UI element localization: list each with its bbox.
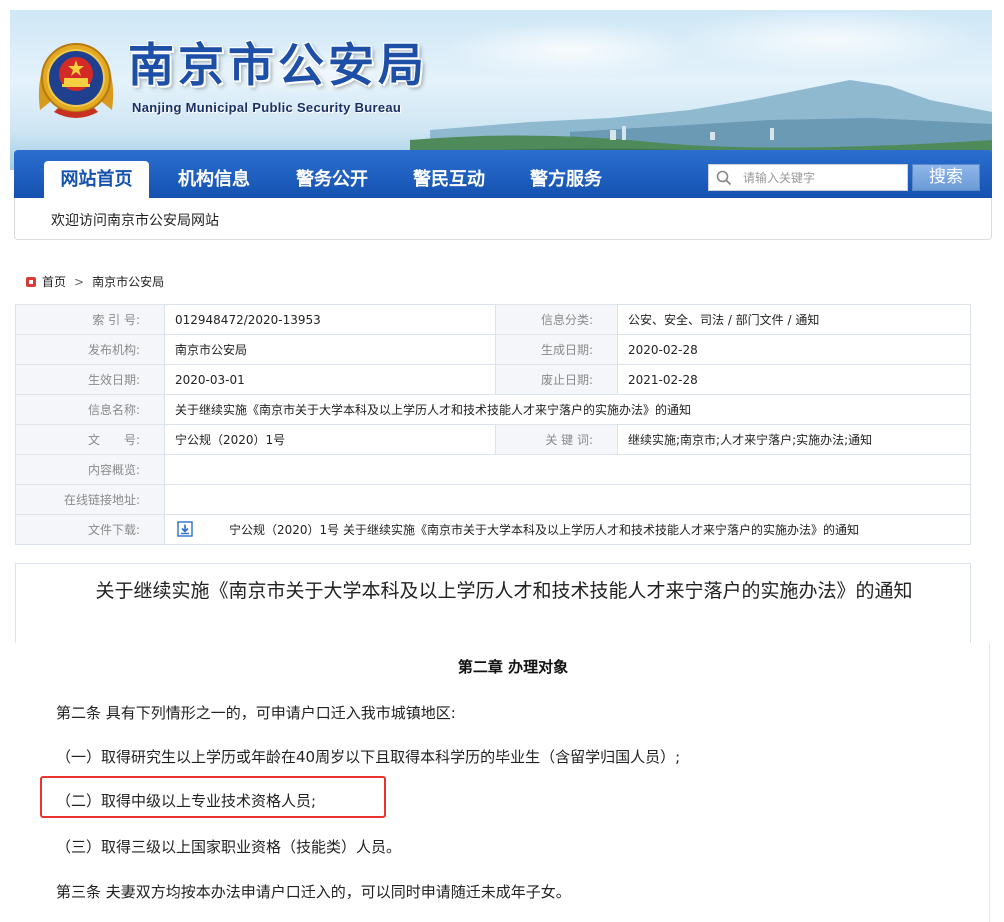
article-paragraph: （三）取得三级以上国家职业资格（技能类）人员。 — [56, 838, 402, 856]
created-value: 2020-02-28 — [617, 334, 971, 365]
publisher-label: 发布机构: — [15, 334, 165, 365]
table-row: 内容概览: — [15, 454, 971, 485]
nav-police-services[interactable]: 警方服务 — [516, 161, 616, 198]
home-icon — [26, 277, 36, 287]
nav-org-info[interactable]: 机构信息 — [164, 161, 264, 198]
search-input[interactable] — [743, 167, 903, 188]
download-icon[interactable] — [177, 521, 193, 537]
bureau-title: 南京市公安局 — [128, 38, 428, 92]
article-paragraph: 第二条 具有下列情形之一的，可申请户口迁入我市城镇地区: — [56, 704, 456, 722]
link-value[interactable] — [164, 484, 971, 515]
table-row: 在线链接地址: — [15, 484, 971, 515]
keywords-value: 继续实施;南京市;人才来宁落户;实施办法;通知 — [617, 424, 971, 455]
nav-home[interactable]: 网站首页 — [44, 161, 149, 198]
table-row: 信息名称: 关于继续实施《南京市关于大学本科及以上学历人才和技术技能人才来宁落户… — [15, 394, 971, 425]
nav-police-public[interactable]: 警民互动 — [399, 161, 499, 198]
main-nav: 网站首页 机构信息 警务公开 警民互动 警方服务 搜索 — [14, 150, 992, 198]
table-row: 文件下载: 宁公规（2020）1号 关于继续实施《南京市关于大学本科及以上学历人… — [15, 514, 971, 545]
index-label: 索 引 号: — [15, 304, 165, 335]
link-label: 在线链接地址: — [15, 484, 165, 515]
summary-value — [164, 454, 971, 485]
summary-label: 内容概览: — [15, 454, 165, 485]
category-label: 信息分类: — [495, 304, 618, 335]
index-value: 012948472/2020-13953 — [164, 304, 496, 335]
download-link[interactable]: 宁公规（2020）1号 关于继续实施《南京市关于大学本科及以上学历人才和技术技能… — [229, 523, 859, 537]
article-title-panel: 关于继续实施《南京市关于大学本科及以上学历人才和技术技能人才来宁落户的实施办法》… — [15, 563, 971, 643]
table-row: 发布机构: 南京市公安局 生成日期: 2020-02-28 — [15, 334, 971, 365]
publisher-value: 南京市公安局 — [164, 334, 496, 365]
search-button[interactable]: 搜索 — [912, 164, 980, 191]
search-icon — [716, 170, 732, 186]
table-row: 文 号: 宁公规（2020）1号 关 键 词: 继续实施;南京市;人才来宁落户;… — [15, 424, 971, 455]
table-row: 索 引 号: 012948472/2020-13953 信息分类: 公安、安全、… — [15, 304, 971, 335]
effective-value: 2020-03-01 — [164, 364, 496, 395]
name-label: 信息名称: — [15, 394, 165, 425]
article-paragraph: （一）取得研究生以上学历或年龄在40周岁以下且取得本科学历的毕业生（含留学归国人… — [56, 748, 681, 766]
table-row: 生效日期: 2020-03-01 废止日期: 2021-02-28 — [15, 364, 971, 395]
bureau-subtitle: Nanjing Municipal Public Security Bureau — [132, 100, 402, 115]
download-label: 文件下载: — [15, 514, 165, 545]
breadcrumb: 首页 > 南京市公安局 — [26, 273, 164, 290]
breadcrumb-home[interactable]: 首页 — [42, 275, 66, 289]
keywords-label: 关 键 词: — [495, 424, 618, 455]
docno-label: 文 号: — [15, 424, 165, 455]
download-cell: 宁公规（2020）1号 关于继续实施《南京市关于大学本科及以上学历人才和技术技能… — [164, 514, 971, 545]
site-banner: 南京市公安局 Nanjing Municipal Public Security… — [10, 10, 992, 170]
article-title: 关于继续实施《南京市关于大学本科及以上学历人才和技术技能人才来宁落户的实施办法》… — [95, 580, 913, 602]
welcome-panel: 欢迎访问南京市公安局网站 — [14, 198, 992, 240]
article-paragraph: 第三条 夫妻双方均按本办法申请户口迁入的，可以同时申请随迁未成年子女。 — [56, 883, 571, 901]
welcome-text: 欢迎访问南京市公安局网站 — [51, 213, 219, 229]
expire-value: 2021-02-28 — [617, 364, 971, 395]
effective-label: 生效日期: — [15, 364, 165, 395]
breadcrumb-current[interactable]: 南京市公安局 — [92, 275, 164, 289]
name-value: 关于继续实施《南京市关于大学本科及以上学历人才和技术技能人才来宁落户的实施办法》… — [164, 394, 971, 425]
created-label: 生成日期: — [495, 334, 618, 365]
document-info-table: 索 引 号: 012948472/2020-13953 信息分类: 公安、安全、… — [15, 304, 971, 545]
category-value: 公安、安全、司法 / 部门文件 / 通知 — [617, 304, 971, 335]
search-box — [708, 164, 908, 191]
breadcrumb-separator: > — [74, 275, 85, 289]
red-highlight-box — [40, 776, 386, 818]
expire-label: 废止日期: — [495, 364, 618, 395]
nav-police-affairs[interactable]: 警务公开 — [282, 161, 382, 198]
chapter-heading: 第二章 办理对象 — [457, 658, 569, 676]
police-emblem-icon — [38, 43, 114, 118]
docno-value: 宁公规（2020）1号 — [164, 424, 496, 455]
